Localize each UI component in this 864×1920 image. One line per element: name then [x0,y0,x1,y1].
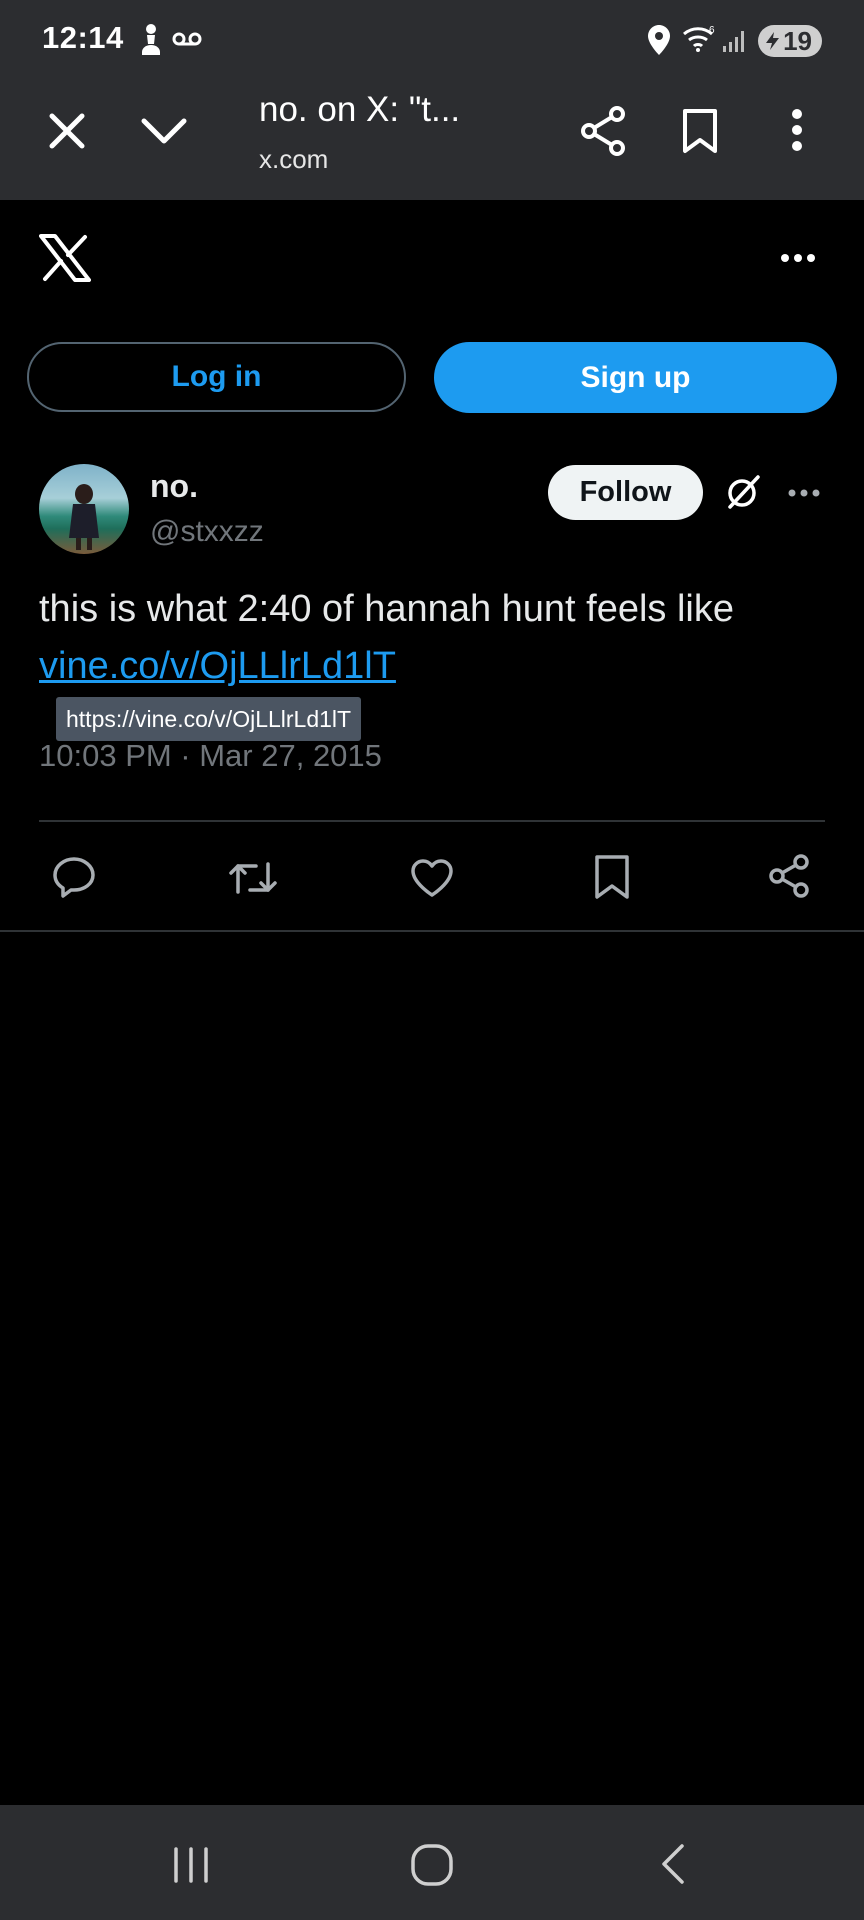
link-tooltip: https://vine.co/v/OjLLlrLd1lT [56,697,362,741]
custom-tab-header: 12:14 6 19 no. on X: "t... x.com [0,0,864,200]
tweet-share-icon[interactable] [768,854,810,898]
close-icon[interactable] [49,113,85,149]
home-icon[interactable] [410,1843,454,1887]
more-horizontal-icon[interactable] [780,253,816,263]
location-icon [648,25,670,55]
tweet-more-icon[interactable] [787,488,821,498]
tweet-text: this is what 2:40 of hannah hunt feels l… [39,588,735,630]
system-nav-bar [0,1805,864,1920]
bookmark-icon[interactable] [682,108,718,154]
tweet-timestamp[interactable]: 10:03 PM · Mar 27, 2015 [39,738,382,774]
reply-icon[interactable] [52,856,96,898]
login-button[interactable]: Log in [27,342,406,412]
signup-button[interactable]: Sign up [434,342,837,413]
tab-url: x.com [259,144,329,174]
avatar[interactable] [39,464,129,554]
author-handle[interactable]: @stxxzz [150,515,264,549]
chess-pawn-icon [138,22,164,56]
battery-level: 19 [783,25,812,56]
more-vertical-icon[interactable] [790,108,804,152]
wifi-icon: 6 [682,24,716,54]
divider [39,820,825,822]
svg-text:6: 6 [709,25,715,36]
like-icon[interactable] [410,858,454,898]
signal-icon [722,28,748,54]
status-time: 12:14 [42,20,124,55]
recent-apps-icon[interactable] [172,1847,210,1883]
follow-button[interactable]: Follow [548,465,703,520]
divider [0,930,864,932]
tab-title: no. on X: "t... [259,90,461,129]
grok-icon[interactable] [725,474,761,510]
battery-icon: 19 [758,25,822,57]
back-icon[interactable] [660,1843,686,1885]
share-icon[interactable] [580,106,626,156]
tweet-link[interactable]: vine.co/v/OjLLlrLd1lT [39,645,396,688]
retweet-icon[interactable] [228,858,278,898]
voicemail-icon [172,30,202,48]
x-logo-icon[interactable] [39,234,91,282]
tweet-bookmark-icon[interactable] [594,854,630,900]
chevron-down-icon[interactable] [141,118,187,144]
author-name[interactable]: no. [150,468,198,505]
